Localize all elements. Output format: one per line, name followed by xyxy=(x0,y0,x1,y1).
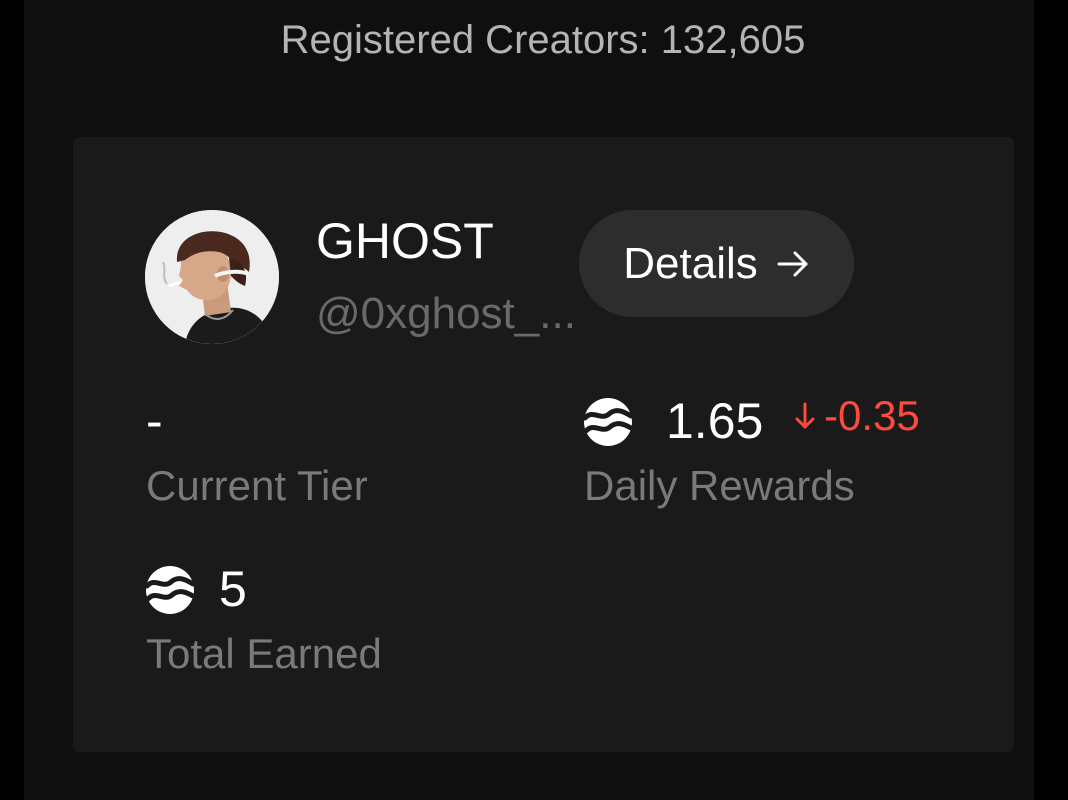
total-earned-label: Total Earned xyxy=(146,630,382,677)
user-avatar-icon xyxy=(145,210,279,344)
creator-handle: @0xghost_... xyxy=(316,289,576,338)
details-button[interactable]: Details xyxy=(579,210,854,317)
token-icon xyxy=(583,397,633,447)
daily-rewards-change: -0.35 xyxy=(792,388,920,444)
arrow-right-icon xyxy=(776,247,810,281)
daily-rewards-value: 1.65 xyxy=(666,393,764,449)
daily-rewards-change-value: -0.35 xyxy=(824,392,920,439)
token-icon xyxy=(145,565,195,615)
current-tier-label: Current Tier xyxy=(146,462,368,509)
registered-creators-count: Registered Creators: 132,605 xyxy=(280,18,806,62)
current-tier-value: - xyxy=(146,393,163,449)
total-earned-value: 5 xyxy=(219,561,247,617)
creator-display-name: GHOST xyxy=(316,213,494,269)
details-button-label: Details xyxy=(623,238,758,288)
daily-rewards-label: Daily Rewards xyxy=(584,462,855,509)
avatar[interactable] xyxy=(145,210,279,344)
arrow-down-icon xyxy=(792,401,818,431)
